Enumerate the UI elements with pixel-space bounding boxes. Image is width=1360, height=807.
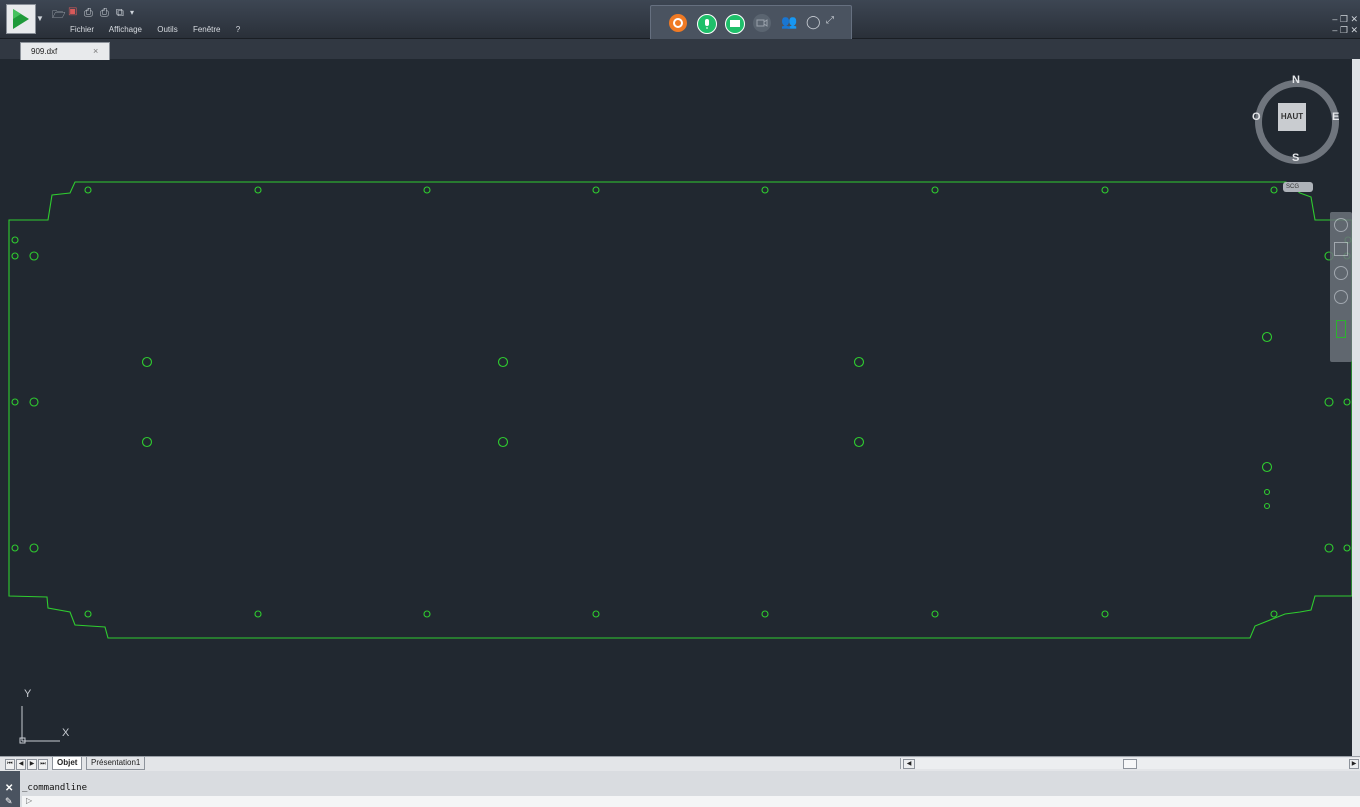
drill-holes — [11, 186, 1352, 618]
print-preview-icon[interactable]: ⎙ — [100, 6, 109, 20]
app-menu-arrow-icon[interactable]: ▼ — [36, 14, 44, 23]
export-pdf-icon[interactable]: ▣ — [68, 6, 77, 17]
camera-icon[interactable] — [753, 14, 771, 32]
ucs-x-label: X — [62, 727, 70, 739]
wcs-label: SCG — [1286, 184, 1300, 190]
print-icon[interactable]: ⎙ — [84, 6, 93, 20]
panel-outline — [8, 181, 1353, 639]
chat-icon[interactable] — [725, 14, 745, 34]
open-folder-icon[interactable]: 🗁 — [52, 6, 66, 25]
steering-wheel-icon[interactable] — [1334, 218, 1348, 232]
wcs-menu-button[interactable]: SCG — [1283, 182, 1313, 192]
orbit-icon[interactable] — [1334, 290, 1348, 304]
tab-objet[interactable]: Objet — [52, 757, 83, 770]
app-logo-icon — [13, 9, 29, 29]
menu-fenetre[interactable]: Fenêtre — [193, 25, 221, 34]
menu-fichier[interactable]: Fichier — [70, 25, 94, 34]
command-line-panel: ✕ ✎ _commandline ▷ — [0, 771, 1360, 807]
showmotion-icon[interactable] — [1336, 320, 1346, 338]
command-input[interactable]: ▷ — [22, 796, 1360, 807]
command-prompt-icon[interactable]: ▷ — [26, 796, 32, 805]
collaboration-toolbar: 👥 ◯ ⤢ — [650, 5, 852, 41]
zoom-window-icon[interactable]: ⧉ — [116, 6, 124, 20]
pan-icon[interactable] — [1334, 242, 1348, 256]
scroll-right-icon[interactable]: ▶ — [1349, 759, 1359, 769]
viewcube-face-top[interactable]: HAUT — [1278, 103, 1306, 131]
tab-presentation1[interactable]: Présentation1 — [86, 757, 146, 770]
scroll-left-icon[interactable]: ◀ — [903, 759, 915, 769]
ucs-y-label: Y — [24, 688, 32, 700]
compass-north[interactable]: N — [1292, 74, 1300, 86]
next-layout-icon[interactable]: ▶ — [27, 759, 37, 770]
menu-bar: Fichier Affichage Outils Fenêtre ? — [70, 25, 253, 34]
navigation-bar — [1330, 212, 1352, 362]
command-history: _commandline — [22, 783, 88, 793]
layout-tab-bar: ⏮ ◀ ▶ ⏭ Objet Présentation1 ◀ ▶ — [0, 756, 1360, 771]
microphone-icon[interactable] — [697, 14, 717, 34]
menu-affichage[interactable]: Affichage — [109, 25, 142, 34]
tab-label: 909.dxf — [31, 47, 58, 56]
document-tab-bar: 909.dxf × — [0, 39, 1360, 60]
close-tab-icon[interactable]: × — [93, 46, 98, 56]
first-layout-icon[interactable]: ⏮ — [5, 759, 15, 770]
viewcube[interactable]: HAUT N S E O — [1252, 74, 1341, 164]
zoom-icon[interactable] — [1334, 266, 1348, 280]
menu-help[interactable]: ? — [236, 25, 240, 34]
customize-icon[interactable]: ✎ — [5, 796, 13, 807]
compass-east[interactable]: E — [1332, 111, 1339, 123]
title-bar: ▼ 🗁 ▣ ⎙ ⎙ ⧉ ▾ Fichier Affichage Outils F… — [0, 0, 1360, 41]
tab-909-dxf[interactable]: 909.dxf × — [20, 42, 110, 60]
quick-access-dropdown-icon[interactable]: ▾ — [130, 8, 134, 17]
prev-layout-icon[interactable]: ◀ — [16, 759, 26, 770]
close-command-line-icon[interactable]: ✕ — [5, 783, 13, 794]
last-layout-icon[interactable]: ⏭ — [38, 759, 48, 770]
compass-south[interactable]: S — [1292, 152, 1299, 164]
app-logo[interactable] — [6, 4, 36, 34]
ucs-icon — [19, 706, 60, 744]
comment-icon[interactable]: ◯ — [806, 15, 821, 30]
document-window-controls[interactable]: – ❐ ✕ — [1332, 25, 1358, 36]
vertical-scrollbar[interactable] — [1352, 59, 1360, 756]
menu-outils[interactable]: Outils — [157, 25, 177, 34]
settings-icon[interactable] — [669, 14, 687, 32]
drawing-svg — [8, 181, 1353, 744]
compass-west[interactable]: O — [1252, 111, 1261, 123]
window-controls: – ❐ ✕ – ❐ ✕ — [1332, 14, 1358, 36]
users-icon[interactable]: 👥 — [781, 15, 797, 30]
drawing-canvas[interactable]: HAUT N S E O SCG Y X — [0, 59, 1360, 756]
horizontal-scrollbar[interactable]: ◀ ▶ — [900, 758, 1360, 769]
scroll-thumb[interactable] — [1123, 759, 1137, 769]
app-window-controls[interactable]: – ❐ ✕ — [1332, 14, 1358, 25]
expand-icon[interactable]: ⤢ — [826, 15, 834, 26]
command-line-grip[interactable]: ✕ ✎ — [0, 771, 20, 807]
